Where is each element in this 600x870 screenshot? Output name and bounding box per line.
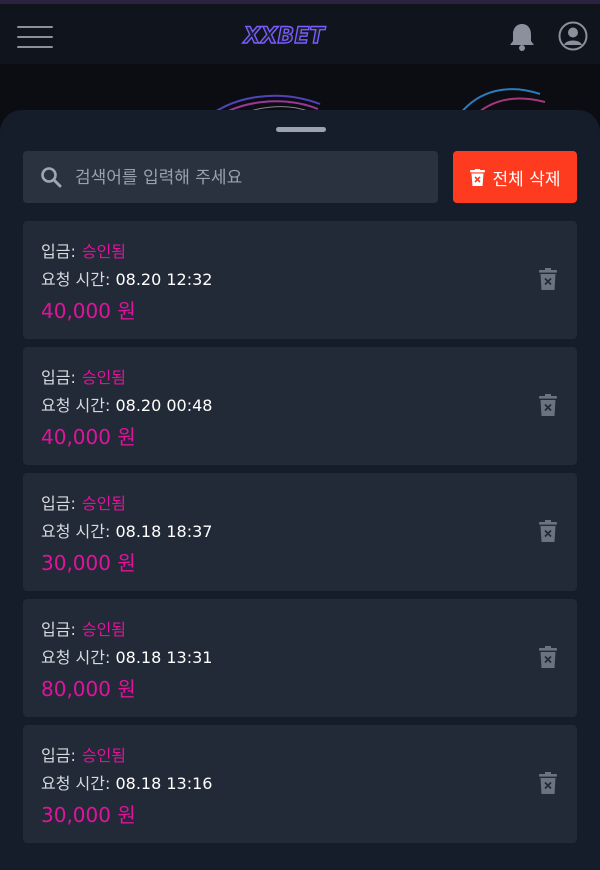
type-label: 입금: <box>41 242 76 261</box>
user-icon[interactable] <box>558 21 588 51</box>
history-panel: 전체 삭제 입금: 승인됨 요청 시간: 08.20 12:32 40,000 원… <box>0 110 600 870</box>
logo[interactable]: XXBET <box>232 18 336 52</box>
time-value: 08.18 13:16 <box>115 774 213 793</box>
trash-icon <box>469 168 485 186</box>
time-label: 요청 시간: <box>41 396 111 415</box>
trash-icon[interactable] <box>539 646 557 668</box>
menu-line <box>17 26 53 28</box>
type-row: 입금: 승인됨 <box>41 616 126 640</box>
status-text: 승인됨 <box>81 368 127 387</box>
time-row: 요청 시간: 08.18 13:31 <box>41 644 212 668</box>
drag-handle[interactable] <box>276 127 326 132</box>
search-box[interactable] <box>23 151 438 205</box>
amount: 80,000 원 <box>41 677 136 701</box>
list-item: 입금: 승인됨 요청 시간: 08.18 13:16 30,000 원 <box>23 725 577 843</box>
trash-icon[interactable] <box>539 268 557 290</box>
search-input[interactable] <box>73 151 432 205</box>
amount: 40,000 원 <box>41 299 136 323</box>
type-row: 입금: 승인됨 <box>41 490 126 514</box>
type-label: 입금: <box>41 494 76 513</box>
trash-icon[interactable] <box>539 520 557 542</box>
time-row: 요청 시간: 08.18 13:16 <box>41 770 212 794</box>
menu-icon[interactable] <box>17 24 53 50</box>
time-label: 요청 시간: <box>41 648 111 667</box>
type-label: 입금: <box>41 620 76 639</box>
list-item: 입금: 승인됨 요청 시간: 08.18 18:37 30,000 원 <box>23 473 577 591</box>
time-row: 요청 시간: 08.18 18:37 <box>41 518 212 542</box>
list-item: 입금: 승인됨 요청 시간: 08.20 12:32 40,000 원 <box>23 221 577 339</box>
amount: 40,000 원 <box>41 425 136 449</box>
status-text: 승인됨 <box>81 746 127 765</box>
logo-text: XXBET <box>242 24 327 49</box>
time-row: 요청 시간: 08.20 00:48 <box>41 392 212 416</box>
transaction-list: 입금: 승인됨 요청 시간: 08.20 12:32 40,000 원 입금: 승인… <box>23 221 577 851</box>
menu-line <box>17 46 53 48</box>
bell-icon[interactable] <box>508 21 536 51</box>
time-row: 요청 시간: 08.20 12:32 <box>41 266 212 290</box>
time-label: 요청 시간: <box>41 270 111 289</box>
delete-all-label: 전체 삭제 <box>492 169 561 190</box>
menu-line <box>17 36 53 38</box>
time-label: 요청 시간: <box>41 522 111 541</box>
trash-icon[interactable] <box>539 772 557 794</box>
time-value: 08.18 13:31 <box>115 648 213 667</box>
search-icon <box>41 167 62 188</box>
delete-all-button[interactable]: 전체 삭제 <box>453 151 577 203</box>
type-label: 입금: <box>41 746 76 765</box>
list-item: 입금: 승인됨 요청 시간: 08.20 00:48 40,000 원 <box>23 347 577 465</box>
trash-icon[interactable] <box>539 394 557 416</box>
time-value: 08.20 00:48 <box>115 396 213 415</box>
status-text: 승인됨 <box>81 242 127 261</box>
type-row: 입금: 승인됨 <box>41 742 126 766</box>
list-item: 입금: 승인됨 요청 시간: 08.18 13:31 80,000 원 <box>23 599 577 717</box>
type-row: 입금: 승인됨 <box>41 364 126 388</box>
time-value: 08.20 12:32 <box>115 270 213 289</box>
amount: 30,000 원 <box>41 551 136 575</box>
type-row: 입금: 승인됨 <box>41 238 126 262</box>
status-text: 승인됨 <box>81 494 127 513</box>
time-label: 요청 시간: <box>41 774 111 793</box>
type-label: 입금: <box>41 368 76 387</box>
amount: 30,000 원 <box>41 803 136 827</box>
status-text: 승인됨 <box>81 620 127 639</box>
time-value: 08.18 18:37 <box>115 522 213 541</box>
top-bar: XXBET <box>0 0 600 64</box>
